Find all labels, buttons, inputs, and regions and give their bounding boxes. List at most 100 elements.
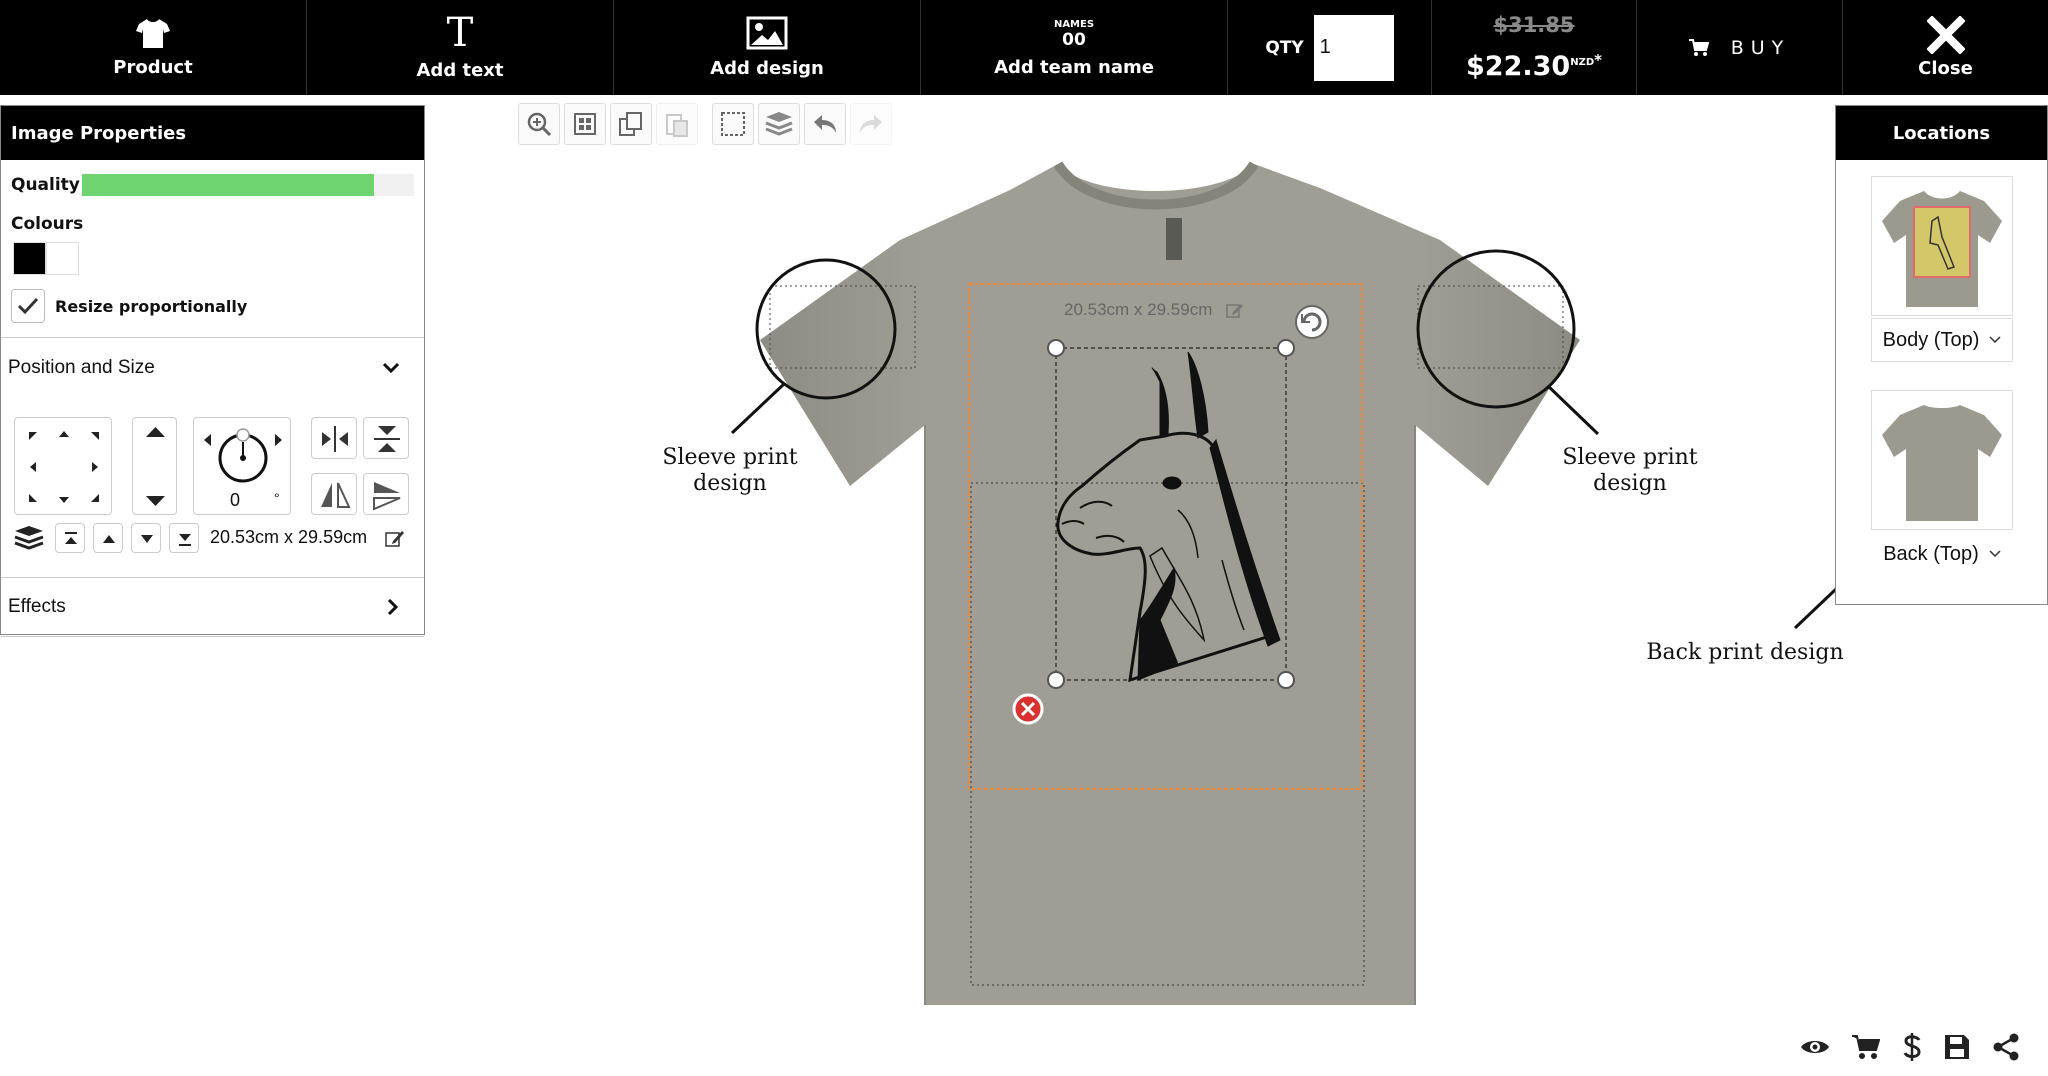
duplicate-icon [619, 112, 642, 136]
rotation-control[interactable]: 0 ° [193, 417, 291, 515]
right-sleeve-print-area [1417, 285, 1564, 369]
duplicate-button[interactable] [610, 103, 652, 145]
center-horizontal-icon [322, 426, 348, 452]
align-right-icon[interactable] [92, 462, 98, 472]
add-design-button[interactable]: Add design [614, 0, 921, 95]
bring-to-front-button[interactable] [55, 523, 85, 553]
resize-checkbox[interactable] [11, 289, 45, 323]
flip-horizontal-icon [321, 482, 351, 508]
send-backward-button[interactable] [131, 523, 161, 553]
quality-bar [81, 174, 414, 196]
edit-dimension-icon[interactable] [1226, 302, 1244, 318]
rotate-right-icon[interactable] [275, 434, 282, 446]
close-label: Close [1918, 58, 1973, 79]
eye-icon[interactable] [1800, 1037, 1830, 1057]
panel-title: Image Properties [1, 106, 424, 160]
share-icon[interactable] [1992, 1033, 2020, 1061]
layers-button[interactable] [758, 103, 800, 145]
original-price: $31.85 [1493, 13, 1575, 37]
design-size-label: 20.53cm x 29.59cm [1064, 300, 1213, 319]
tshirt-front-thumbnail [1882, 191, 2002, 307]
resize-handle-top-right[interactable] [1277, 339, 1295, 357]
grid-icon [574, 113, 596, 135]
quality-bar-fill [81, 174, 375, 196]
check-icon [17, 297, 39, 315]
sale-price-value: $22.30 [1466, 51, 1571, 82]
resize-label: Resize proportionally [55, 296, 248, 316]
add-team-name-button[interactable]: NAMES 00 Add team name [921, 0, 1228, 95]
quantity-group: QTY [1228, 0, 1432, 95]
rotation-value[interactable]: 0 [230, 490, 240, 511]
back-print-area-outline [970, 482, 1365, 986]
chevron-down-icon [383, 362, 399, 373]
align-bottom-icon[interactable] [59, 497, 69, 503]
send-to-back-button[interactable] [169, 523, 199, 553]
flip-horizontal-center-button[interactable] [311, 417, 357, 459]
effects-section[interactable]: Effects [1, 577, 424, 637]
add-team-name-label: Add team name [994, 56, 1154, 78]
rotation-unit: ° [274, 490, 280, 506]
align-bottom-right-icon[interactable] [91, 494, 99, 502]
price-currency: NZD [1570, 57, 1595, 68]
position-size-section[interactable]: Position and Size [1, 337, 424, 397]
align-bottom-left-icon[interactable] [29, 494, 37, 502]
resize-handle-bottom-right[interactable] [1277, 671, 1295, 689]
product-button[interactable]: Product [0, 0, 307, 95]
quantity-input[interactable] [1313, 14, 1394, 81]
price-display: $31.85 $22.30NZD* [1432, 0, 1637, 95]
location-label-body-top: Body (Top) [1882, 328, 1980, 351]
align-top-right-icon[interactable] [91, 432, 99, 440]
rotate-left-icon[interactable] [204, 434, 211, 446]
tshirt-back-thumbnail [1882, 405, 2002, 521]
resize-handle-bottom-left[interactable] [1047, 671, 1065, 689]
dollar-icon[interactable] [1902, 1032, 1922, 1062]
design-selection-box [1055, 347, 1287, 681]
flip-vertical-button[interactable] [363, 473, 409, 515]
location-select-back-top[interactable]: Back (Top) [1871, 532, 2013, 576]
redo-button[interactable] [850, 103, 892, 145]
stack-icon [765, 112, 793, 136]
move-up-icon[interactable] [146, 427, 165, 437]
resize-row: Resize proportionally [1, 275, 424, 323]
print-area-orange [968, 283, 1363, 790]
resize-handle-top-left[interactable] [1047, 339, 1065, 357]
center-vertical-icon [374, 426, 400, 452]
qty-label: QTY [1265, 37, 1304, 58]
right-sleeve-annotation-line1: Sleeve print [1562, 445, 1698, 470]
right-sleeve-annotation-line2: design [1593, 471, 1667, 496]
flip-horizontal-button[interactable] [311, 473, 357, 515]
location-thumb-back-top[interactable] [1871, 390, 2013, 530]
colour-swatches [1, 234, 424, 275]
colour-swatch-white[interactable] [46, 242, 79, 275]
buy-button[interactable]: BUY [1637, 0, 1843, 95]
center-vertical-button[interactable] [363, 417, 409, 459]
move-down-icon[interactable] [146, 496, 165, 506]
tshirt-icon [136, 19, 170, 48]
layers-icon[interactable] [13, 525, 45, 551]
edit-size-icon[interactable] [385, 529, 405, 547]
save-icon[interactable] [1944, 1034, 1970, 1060]
location-thumb-body-top[interactable] [1871, 176, 2013, 316]
right-sleeve-callout-circle [1416, 249, 1576, 409]
size-readout: 20.53cm x 29.59cm [210, 527, 368, 547]
align-left-icon[interactable] [30, 462, 36, 472]
align-top-left-icon[interactable] [29, 432, 37, 440]
close-icon [1926, 16, 1965, 54]
paste-button[interactable] [656, 103, 698, 145]
align-top-icon[interactable] [59, 431, 69, 437]
close-button[interactable]: Close [1843, 0, 2048, 95]
paste-icon [666, 114, 688, 137]
bring-forward-button[interactable] [93, 523, 123, 553]
location-select-body-top[interactable]: Body (Top) [1871, 318, 2013, 362]
grid-button[interactable] [564, 103, 606, 145]
left-sleeve-callout-line [730, 382, 786, 435]
rotate-handle-icon[interactable] [1295, 305, 1329, 339]
cart-icon[interactable] [1852, 1034, 1880, 1060]
zoom-button[interactable] [518, 103, 560, 145]
delete-design-icon[interactable] [1012, 693, 1044, 725]
left-sleeve-print-area [769, 285, 916, 369]
add-text-button[interactable]: T Add text [307, 0, 614, 95]
colour-swatch-black[interactable] [13, 242, 46, 275]
select-button[interactable] [712, 103, 754, 145]
undo-button[interactable] [804, 103, 846, 145]
